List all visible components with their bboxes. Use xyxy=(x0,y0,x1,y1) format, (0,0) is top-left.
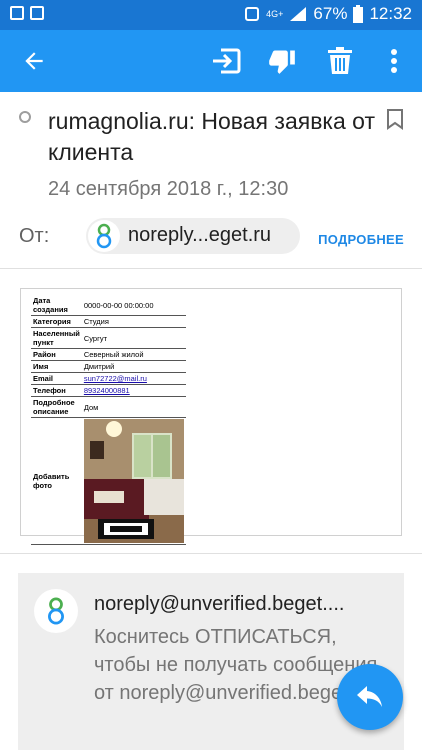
field-value: Дмитрий xyxy=(81,360,186,373)
network-type: 4G+ xyxy=(266,9,284,19)
battery-icon xyxy=(353,5,364,23)
reply-icon xyxy=(357,686,382,707)
field-label: Район xyxy=(31,348,82,361)
task-notification-icon xyxy=(30,6,44,20)
field-value: 0000-00-00 00:00:00 xyxy=(81,295,186,316)
field-value: 89324000881 xyxy=(81,384,186,397)
clock: 12:32 xyxy=(369,4,412,23)
field-label: Дата создания xyxy=(31,295,82,316)
table-row: Имя Дмитрий xyxy=(31,360,186,373)
table-row: Подробное описание Дом xyxy=(31,396,186,418)
table-row: Район Северный жилой xyxy=(31,348,186,361)
more-options-button[interactable] xyxy=(370,30,418,92)
beget-logo-icon xyxy=(48,597,64,625)
gallery-notification-icon xyxy=(10,6,24,20)
table-row: Телефон 89324000881 xyxy=(31,384,186,397)
email-date: 24 сентября 2018 г., 12:30 xyxy=(48,178,289,200)
arrow-left-icon xyxy=(25,52,43,70)
details-link[interactable]: ПОДРОБНЕЕ xyxy=(318,232,404,247)
table-row: Email sun72722@mail.ru xyxy=(31,372,186,385)
beget-logo-icon xyxy=(96,223,112,249)
order-table: Дата создания 0000-00-00 00:00:00 Категори… xyxy=(31,295,186,545)
spam-icon xyxy=(269,50,295,74)
room-photo xyxy=(83,419,184,543)
email-subject: rumagnolia.ru: Новая заявка от клиента xyxy=(48,108,375,165)
table-row: Дата создания 0000-00-00 00:00:00 xyxy=(31,295,186,316)
delete-icon xyxy=(328,47,352,74)
delete-button[interactable] xyxy=(316,30,364,92)
sender-avatar xyxy=(34,589,78,633)
move-to-folder-button[interactable] xyxy=(202,30,250,92)
sender-name: noreply...eget.ru xyxy=(128,224,272,246)
back-button[interactable] xyxy=(10,30,58,92)
field-value: sun72722@mail.ru xyxy=(81,372,186,385)
app-toolbar xyxy=(0,30,422,92)
table-row: Категория Студия xyxy=(31,315,186,328)
alarm-icon xyxy=(245,7,260,21)
field-label: Имя xyxy=(31,360,82,373)
status-bar: 4G+ 67% 12:32 xyxy=(0,0,422,30)
bookmark-icon xyxy=(387,109,403,130)
phone-link[interactable]: 89324000881 xyxy=(84,386,130,395)
table-row: Добавить фото xyxy=(31,417,186,545)
bookmark-button[interactable] xyxy=(386,108,404,135)
field-value: Дом xyxy=(81,396,186,418)
field-value: Сургут xyxy=(81,327,186,349)
from-label: От: xyxy=(19,225,50,247)
divider xyxy=(0,268,422,269)
field-label: Телефон xyxy=(31,384,82,397)
field-label: Email xyxy=(31,372,82,385)
spam-button[interactable] xyxy=(258,30,306,92)
unsubscribe-card[interactable]: noreply@unverified.beget.... Коснитесь О… xyxy=(18,573,404,750)
signal-icon xyxy=(290,7,307,21)
move-icon xyxy=(213,48,241,74)
field-value: Студия xyxy=(81,315,186,328)
field-value: Северный жилой xyxy=(81,348,186,361)
divider xyxy=(0,553,422,554)
sender-chip[interactable]: noreply...eget.ru xyxy=(86,218,300,254)
unread-toggle[interactable] xyxy=(19,111,31,123)
reply-button[interactable] xyxy=(337,664,403,730)
email-link[interactable]: sun72722@mail.ru xyxy=(84,374,147,383)
field-label: Населенный пункт xyxy=(31,327,82,349)
card-sender: noreply@unverified.beget.... xyxy=(94,593,345,615)
field-value xyxy=(81,417,186,545)
table-row: Населенный пункт Сургут xyxy=(31,327,186,349)
battery-percent: 67% xyxy=(313,4,348,23)
field-label: Добавить фото xyxy=(31,417,82,545)
field-label: Подробное описание xyxy=(31,396,82,418)
more-icon xyxy=(391,49,397,73)
sender-avatar xyxy=(88,220,120,252)
field-label: Категория xyxy=(31,315,82,328)
email-body: Дата создания 0000-00-00 00:00:00 Категори… xyxy=(20,288,402,545)
